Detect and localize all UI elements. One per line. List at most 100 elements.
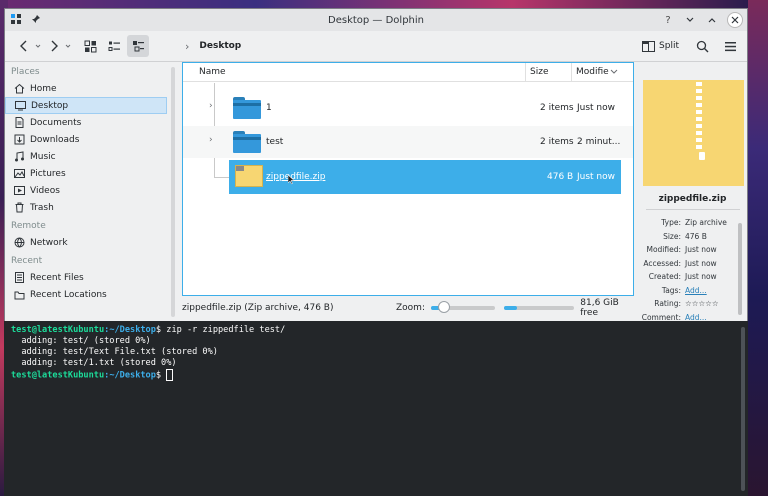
terminal-output-line: adding: test/1.txt (stored 0%)	[11, 358, 177, 368]
network-icon	[13, 237, 25, 249]
info-meta-value: Just now	[685, 258, 717, 268]
sidebar-item-label: Desktop	[31, 100, 69, 111]
info-meta-value: Just now	[685, 272, 717, 281]
desktop-wallpaper-right	[748, 0, 768, 496]
info-meta-key: Type:	[661, 218, 681, 227]
forward-history-chevron-icon[interactable]	[65, 35, 71, 57]
column-modified[interactable]: Modifie	[576, 67, 609, 77]
titlebar[interactable]: Desktop — Dolphin ?	[5, 9, 747, 31]
file-size: 2 items	[540, 137, 574, 147]
info-meta-row: Accessed: Just now	[638, 259, 747, 272]
file-list-view[interactable]: Name Size Modifie › 1 2 items Just now ›…	[182, 62, 634, 296]
folder-icon	[233, 97, 261, 119]
sidebar-item-label: Recent Files	[30, 272, 84, 283]
info-meta-key: Rating:	[654, 299, 681, 308]
split-button[interactable]: Split	[642, 40, 679, 52]
toolbar: › Desktop Split	[5, 31, 747, 62]
preview-filename: zippedfile.zip	[658, 194, 727, 204]
sort-chevron-down-icon[interactable]	[610, 69, 618, 75]
sidebar-item-recent-locations[interactable]: Recent Locations	[5, 286, 167, 303]
zoom-control: Zoom:	[396, 301, 495, 313]
sidebar-item-network[interactable]: Network	[5, 234, 167, 251]
sidebar-item-videos[interactable]: Videos	[5, 182, 167, 199]
terminal-path: ~/Desktop	[109, 370, 156, 381]
table-row[interactable]: › 1 2 items Just now	[183, 92, 633, 124]
forward-button[interactable]	[43, 35, 65, 57]
file-modified: 2 minut...	[577, 137, 621, 147]
table-row-selected[interactable]: zippedfile.zip 476 B Just now	[229, 160, 621, 194]
terminal-scrollbar[interactable]	[741, 327, 745, 491]
info-meta-row: Modified: Just now	[638, 245, 747, 258]
info-meta-value: 476 B	[685, 231, 707, 241]
compact-view-button[interactable]	[103, 35, 125, 57]
videos-icon	[13, 185, 25, 197]
mouse-cursor-icon	[288, 175, 295, 185]
status-text: zippedfile.zip (Zip archive, 476 B)	[182, 303, 334, 313]
split-icon	[642, 40, 656, 52]
info-divider	[646, 209, 740, 210]
table-row[interactable]: › test 2 items 2 minut...	[183, 126, 633, 158]
back-button[interactable]	[13, 35, 35, 57]
terminal-prompt-line: test@latestKubuntu:~/Desktop$ zip -r zip…	[11, 325, 286, 335]
info-meta-key: Tags:	[661, 285, 681, 295]
info-meta-value: Just now	[685, 245, 717, 254]
pictures-icon	[13, 168, 25, 180]
info-meta-value: Zip archive	[685, 218, 727, 227]
folder-icon	[233, 131, 261, 153]
details-view-button[interactable]	[127, 35, 149, 57]
sidebar-item-documents[interactable]: Documents	[5, 114, 167, 131]
info-meta-link[interactable]: Add...	[685, 286, 707, 295]
file-modified: Just now	[577, 103, 616, 113]
search-button[interactable]	[691, 35, 713, 57]
terminal-panel[interactable]: test@latestKubuntu:~/Desktop$ zip -r zip…	[4, 321, 748, 496]
terminal-user: test@latestKubuntu	[11, 325, 105, 335]
sidebar-scrollbar[interactable]	[171, 67, 175, 317]
zoom-slider-handle[interactable]	[437, 301, 450, 313]
file-name: 1	[266, 103, 272, 113]
back-history-chevron-icon[interactable]	[35, 35, 41, 57]
help-button[interactable]: ?	[661, 13, 675, 27]
sidebar-item-desktop[interactable]: Desktop	[5, 97, 167, 114]
info-panel-scrollbar[interactable]	[738, 223, 742, 315]
documents-icon	[13, 117, 25, 129]
expand-chevron-icon[interactable]: ›	[209, 101, 213, 111]
information-panel: zippedfile.zip Type: Zip archive Size: 476 …	[638, 62, 747, 324]
section-recent: Recent	[11, 256, 43, 266]
sidebar-item-home[interactable]: Home	[5, 80, 167, 97]
sidebar-item-music[interactable]: Music	[5, 148, 167, 165]
sidebar-item-label: Videos	[30, 185, 60, 196]
minimize-button[interactable]	[683, 13, 697, 27]
window-title: Desktop — Dolphin	[328, 14, 424, 26]
sidebar-item-label: Recent Locations	[30, 289, 107, 300]
recent-locations-icon	[13, 289, 25, 301]
file-name: test	[266, 137, 284, 147]
zoom-slider[interactable]	[430, 301, 495, 313]
file-name: zippedfile.zip	[266, 172, 326, 182]
sidebar-item-downloads[interactable]: Downloads	[5, 131, 167, 148]
hamburger-menu-button[interactable]	[719, 35, 741, 57]
file-size: 2 items	[540, 103, 574, 113]
sidebar-item-label: Pictures	[30, 168, 66, 179]
column-size[interactable]: Size	[530, 67, 548, 77]
sidebar-item-recent-files[interactable]: Recent Files	[5, 269, 167, 286]
maximize-button[interactable]	[705, 13, 719, 27]
breadcrumb[interactable]: › Desktop	[185, 40, 241, 53]
info-meta-row[interactable]: Tags: Add...	[638, 286, 747, 299]
sidebar-item-label: Downloads	[30, 134, 80, 145]
terminal-output-line: adding: test/Text File.txt (stored 0%)	[11, 347, 218, 357]
breadcrumb-current[interactable]: Desktop	[199, 41, 241, 51]
terminal-cursor[interactable]	[166, 369, 174, 381]
sidebar-item-label: Home	[30, 83, 57, 94]
close-button[interactable]	[727, 12, 743, 28]
pin-icon[interactable]	[29, 12, 43, 26]
column-name[interactable]: Name	[199, 67, 226, 77]
icons-view-button[interactable]	[79, 35, 101, 57]
sidebar-item-pictures[interactable]: Pictures	[5, 165, 167, 182]
terminal-user: test@latestKubuntu	[11, 370, 105, 381]
expand-chevron-icon[interactable]: ›	[209, 135, 213, 145]
zip-file-icon	[235, 165, 263, 187]
app-menu-icon[interactable]	[9, 12, 23, 26]
free-space-indicator[interactable]: 81,6 GiB free	[504, 298, 638, 318]
sidebar-item-trash[interactable]: Trash	[5, 199, 167, 216]
terminal-prompt-line: test@latestKubuntu:~/Desktop$	[11, 369, 174, 381]
